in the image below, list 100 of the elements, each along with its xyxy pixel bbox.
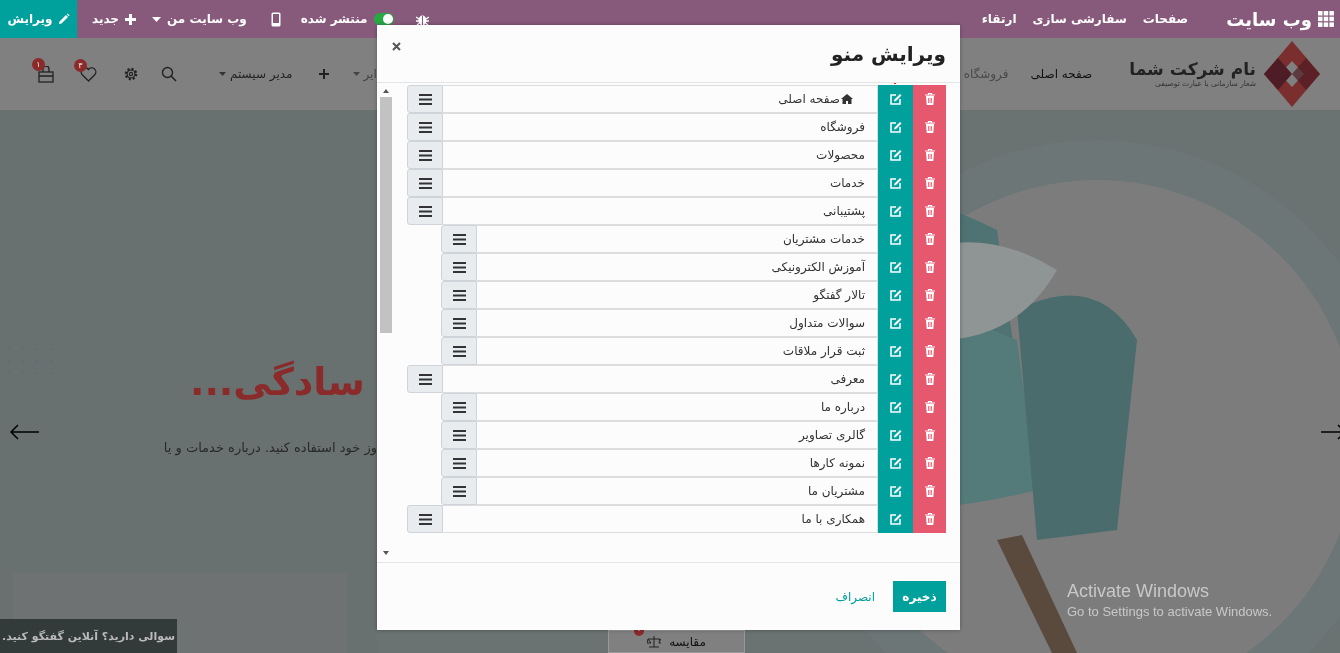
- edit-item-button[interactable]: [878, 505, 913, 533]
- trash-icon: [924, 429, 935, 441]
- nav-link[interactable]: صفحه اصلی: [1030, 67, 1093, 81]
- drag-handle[interactable]: [407, 141, 443, 169]
- plus-icon: [125, 13, 137, 25]
- mobile-icon[interactable]: [270, 11, 281, 27]
- drag-handle[interactable]: [441, 253, 477, 281]
- home-icon: [841, 94, 853, 104]
- left-arrow-icon[interactable]: [9, 424, 39, 440]
- edit-icon: [889, 513, 902, 525]
- menu-icon: [418, 121, 432, 133]
- drag-handle[interactable]: [407, 113, 443, 141]
- drag-handle[interactable]: [441, 309, 477, 337]
- search-icon[interactable]: [161, 66, 177, 82]
- apps-grid-icon[interactable]: [1318, 11, 1334, 27]
- menu-icon: [452, 317, 466, 329]
- drag-handle[interactable]: [441, 225, 477, 253]
- menu-item-field[interactable]: نمونه کارها: [477, 449, 878, 477]
- menu-item-field[interactable]: پشتیبانی: [443, 197, 878, 225]
- menu-item-field[interactable]: مشتریان ما: [477, 477, 878, 505]
- edit-icon: [889, 317, 902, 329]
- menu-icon: [418, 149, 432, 161]
- menu-item-field[interactable]: خدمات مشتریان: [477, 225, 878, 253]
- wishlist-count-badge: ۳: [74, 58, 87, 72]
- caret-icon: [152, 16, 162, 22]
- drag-handle[interactable]: [407, 505, 443, 533]
- toggle-switch[interactable]: [373, 13, 394, 25]
- edit-icon: [889, 149, 902, 161]
- right-arrow-icon[interactable]: [1321, 424, 1340, 440]
- delete-button[interactable]: [913, 505, 946, 533]
- dialog-title: ویرایش منو: [830, 41, 946, 66]
- trash-icon: [924, 93, 935, 105]
- menu-icon: [452, 233, 466, 245]
- menu-icon: [452, 457, 466, 469]
- drag-handle[interactable]: [441, 421, 477, 449]
- menu-icon: [418, 93, 432, 105]
- hero-title: سادگی...: [189, 360, 366, 404]
- chat-bar[interactable]: سوالی دارید؟ آنلاین گفتگو کنید.: [0, 619, 177, 653]
- trash-icon: [924, 289, 935, 301]
- edit-icon: [889, 121, 902, 133]
- chat-text: سوالی دارید؟ آنلاین گفتگو کنید.: [2, 629, 175, 643]
- delete-button[interactable]: [913, 85, 946, 113]
- company-name: نام شرکت شما: [1129, 60, 1256, 79]
- drag-handle[interactable]: [441, 477, 477, 505]
- published-toggle[interactable]: منتشر شده: [300, 12, 394, 26]
- menu-item-field[interactable]: سوالات متداول: [477, 309, 878, 337]
- drag-handle[interactable]: [441, 449, 477, 477]
- trash-icon: [924, 457, 935, 469]
- heart-icon[interactable]: [80, 66, 97, 82]
- close-icon[interactable]: [392, 42, 401, 51]
- menu-icon: [452, 401, 466, 413]
- edit-icon: [889, 93, 902, 105]
- menu-icon: [452, 289, 466, 301]
- menu-item-field[interactable]: محصولات: [443, 141, 878, 169]
- trash-icon: [924, 485, 935, 497]
- menu-item-field[interactable]: گالری تصاویر: [477, 421, 878, 449]
- trash-icon: [924, 261, 935, 273]
- hero-text: وز خود استفاده کنید. درباره خدمات و یا: [162, 440, 377, 455]
- menu-item-field[interactable]: ثبت قرار ملاقات: [477, 337, 878, 365]
- compare-button[interactable]: ۰ مقایسه: [608, 630, 745, 653]
- settings-icon[interactable]: [123, 66, 139, 82]
- activation-text: Go to Settings to activate Windows.: [1067, 604, 1273, 619]
- drag-handle[interactable]: [407, 169, 443, 197]
- scale-icon: [647, 635, 662, 648]
- edit-item-button[interactable]: [878, 85, 913, 113]
- drag-handle[interactable]: [441, 337, 477, 365]
- menu-icon: [452, 261, 466, 273]
- menu-item-field[interactable]: درباره ما: [477, 393, 878, 421]
- edit-icon: [889, 373, 902, 385]
- app-title[interactable]: وب سایت: [1226, 8, 1312, 30]
- menu-icon: [418, 177, 432, 189]
- menu-item[interactable]: سفارشی سازی: [1032, 12, 1127, 26]
- menu-item-field[interactable]: آموزش الکترونیکی: [477, 253, 878, 281]
- menu-item-field[interactable]: صفحه اصلی: [443, 85, 878, 113]
- edit-icon: [889, 401, 902, 413]
- menu-icon: [452, 485, 466, 497]
- plus-icon[interactable]: [318, 69, 329, 79]
- menu-item[interactable]: صفحات: [1142, 12, 1189, 26]
- menu-icon: [418, 205, 432, 217]
- menu-item-field[interactable]: معرفی: [443, 365, 878, 393]
- user-menu[interactable]: مدیر سیستم: [219, 67, 293, 81]
- edit-icon: [889, 205, 902, 217]
- drag-handle[interactable]: [407, 85, 443, 113]
- shopping-bag-icon[interactable]: [38, 65, 54, 83]
- drag-handle[interactable]: [441, 393, 477, 421]
- edit-icon: [889, 457, 902, 469]
- cart-count-badge: ۱: [32, 57, 45, 71]
- drag-handle[interactable]: [407, 197, 443, 225]
- menu-item-field[interactable]: فروشگاه: [443, 113, 878, 141]
- menu-icon: [452, 429, 466, 441]
- drag-handle[interactable]: [441, 281, 477, 309]
- menu-item-field[interactable]: تالار گفتگو: [477, 281, 878, 309]
- new-button[interactable]: جدید: [92, 12, 137, 26]
- trash-icon: [924, 317, 935, 329]
- menu-icon: [418, 373, 432, 385]
- menu-item[interactable]: ارتقاء: [981, 12, 1017, 26]
- menu-item-field[interactable]: خدمات: [443, 169, 878, 197]
- site-menu-dropdown[interactable]: وب سایت من: [152, 12, 247, 26]
- drag-handle[interactable]: [407, 365, 443, 393]
- menu-item-field[interactable]: همکاری با ما: [443, 505, 878, 533]
